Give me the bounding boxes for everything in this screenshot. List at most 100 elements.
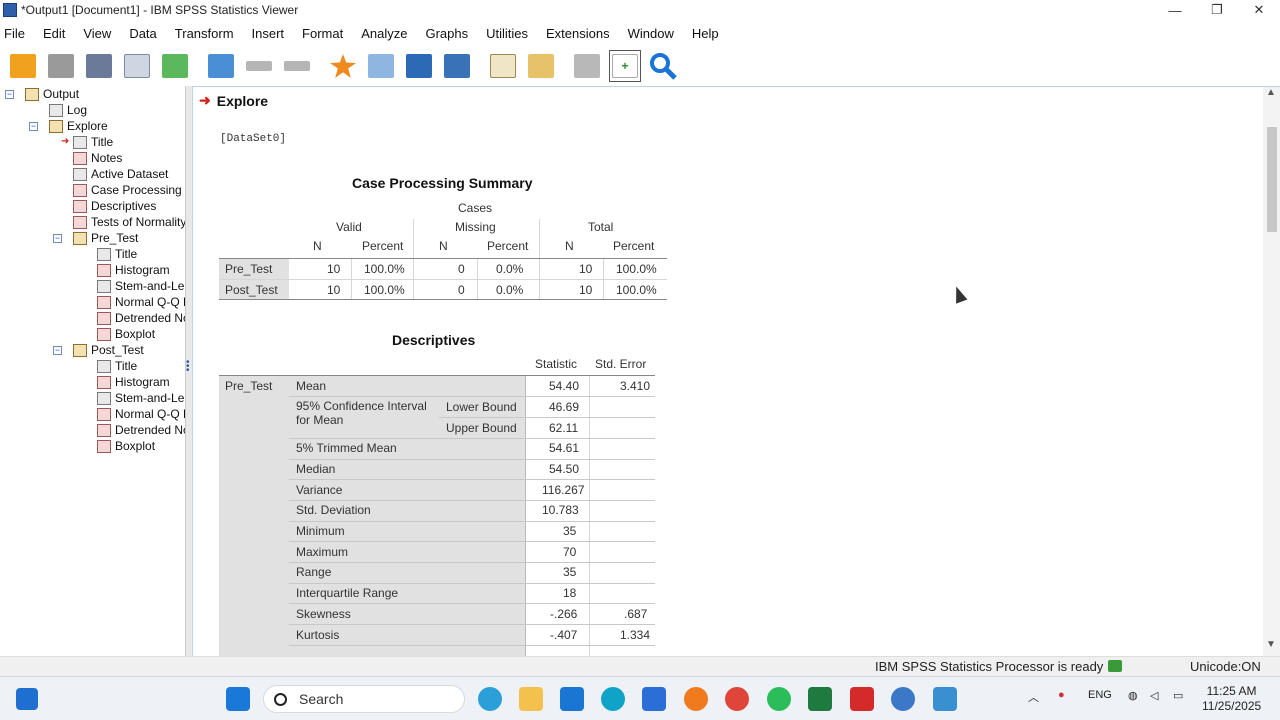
outline-pane: − Output Log − Explore ➜ Title Notes Act… <box>0 86 186 656</box>
tree-post-normal-qq[interactable]: Normal Q-Q F <box>97 406 185 422</box>
scroll-down-icon[interactable]: ▼ <box>1266 639 1276 650</box>
excel-icon[interactable] <box>808 687 832 711</box>
variables-icon[interactable] <box>441 50 473 82</box>
show-all-icon[interactable] <box>571 50 603 82</box>
tree-output[interactable]: Output <box>25 86 79 102</box>
table-cell: 100.0% <box>616 262 657 276</box>
tree-pre-stem-and-leaf[interactable]: Stem-and-Le <box>97 278 184 294</box>
tree-pre-normal-qq[interactable]: Normal Q-Q F <box>97 294 185 310</box>
goto-variable-icon[interactable] <box>403 50 435 82</box>
missing-header: Missing <box>455 220 496 234</box>
tree-pre-histogram[interactable]: Histogram <box>97 262 170 278</box>
tree-log[interactable]: Log <box>49 102 87 118</box>
insert-output-icon[interactable]: + <box>609 50 641 82</box>
tree-post-histogram[interactable]: Histogram <box>97 374 170 390</box>
minimize-button[interactable]: — <box>1154 0 1196 20</box>
menu-insert[interactable]: Insert <box>243 26 294 41</box>
export-icon[interactable] <box>159 50 191 82</box>
close-button[interactable]: ✕ <box>1238 0 1280 20</box>
chrome-icon[interactable] <box>725 687 749 711</box>
telegram-icon[interactable] <box>478 687 502 711</box>
tree-post-detrended[interactable]: Detrended No <box>97 422 185 438</box>
stat-value: 54.40 <box>549 379 580 393</box>
whatsapp-icon[interactable] <box>767 687 791 711</box>
scroll-up-icon[interactable]: ▲ <box>1266 87 1276 98</box>
menu-help[interactable]: Help <box>683 26 728 41</box>
menu-window[interactable]: Window <box>619 26 683 41</box>
microphone-icon[interactable]: ● <box>1058 689 1065 701</box>
row-label: Minimum <box>296 524 345 538</box>
collapse-icon[interactable]: − <box>53 234 62 243</box>
open-icon[interactable] <box>7 50 39 82</box>
menu-format[interactable]: Format <box>293 26 352 41</box>
recall-dialog-icon[interactable] <box>205 50 237 82</box>
widgets-icon[interactable] <box>16 688 38 710</box>
menu-extensions[interactable]: Extensions <box>537 26 619 41</box>
tree-pre-detrended[interactable]: Detrended No <box>97 310 185 326</box>
stat-value: -.407 <box>550 628 578 642</box>
table-cell: 0 <box>458 262 465 276</box>
snipping-tool-icon[interactable] <box>933 687 957 711</box>
taskbar: Search ︿ ● ENG ◍ ◁ ▭ 11:25 AM 11/25/2025 <box>0 676 1280 720</box>
book-icon <box>49 119 63 133</box>
redo-icon[interactable] <box>281 50 313 82</box>
print-preview-icon[interactable] <box>121 50 153 82</box>
menu-analyze[interactable]: Analyze <box>352 26 416 41</box>
menu-graphs[interactable]: Graphs <box>416 26 477 41</box>
collapse-icon[interactable]: − <box>5 90 14 99</box>
wps-icon[interactable] <box>850 687 874 711</box>
language-indicator[interactable]: ENG <box>1088 689 1112 701</box>
output-vertical-scrollbar[interactable]: ▲ ▼ <box>1263 87 1280 657</box>
volume-icon[interactable]: ◁ <box>1150 689 1158 702</box>
menu-transform[interactable]: Transform <box>166 26 243 41</box>
system-clock[interactable]: 11:25 AM 11/25/2025 <box>1202 684 1261 714</box>
tree-post-boxplot[interactable]: Boxplot <box>97 438 155 454</box>
menu-file[interactable]: File <box>0 26 34 41</box>
menu-utilities[interactable]: Utilities <box>477 26 537 41</box>
undo-icon[interactable] <box>243 50 275 82</box>
tree-case-processing[interactable]: Case Processing <box>73 182 182 198</box>
menu-view[interactable]: View <box>74 26 120 41</box>
file-explorer-icon[interactable] <box>519 687 543 711</box>
table-cell: 0.0% <box>496 283 524 297</box>
designate-window-icon[interactable] <box>487 50 519 82</box>
search-icon[interactable] <box>647 50 679 82</box>
scroll-thumb[interactable] <box>1267 127 1277 232</box>
store-icon[interactable] <box>642 687 666 711</box>
row-label: Mean <box>296 379 327 393</box>
tree-pre-boxplot[interactable]: Boxplot <box>97 326 155 342</box>
tree-post-stem-and-leaf[interactable]: Stem-and-Le <box>97 390 184 406</box>
tree-pre-test[interactable]: Pre_Test <box>73 230 138 246</box>
save-icon[interactable] <box>45 50 77 82</box>
tree-post-title[interactable]: Title <box>97 358 137 374</box>
collapse-icon[interactable]: − <box>53 346 62 355</box>
taskbar-search[interactable]: Search <box>263 685 465 713</box>
tree-active-dataset[interactable]: Active Dataset <box>73 166 168 182</box>
goto-data-icon[interactable] <box>327 50 359 82</box>
tree-notes[interactable]: Notes <box>73 150 122 166</box>
spss-taskbar-icon[interactable] <box>891 687 915 711</box>
menu-data[interactable]: Data <box>120 26 165 41</box>
table-icon <box>73 183 87 197</box>
tree-post-test[interactable]: Post_Test <box>73 342 144 358</box>
firefox-icon[interactable] <box>684 687 708 711</box>
tree-tests-of-normality[interactable]: Tests of Normality <box>73 214 185 230</box>
battery-icon[interactable]: ▭ <box>1173 689 1183 702</box>
show-hidden-icons[interactable]: ︿ <box>1028 689 1039 705</box>
menu-edit[interactable]: Edit <box>34 26 74 41</box>
photoshop-express-icon[interactable] <box>560 687 584 711</box>
table-cell: 10 <box>579 262 593 276</box>
start-icon[interactable] <box>226 687 250 711</box>
print-icon[interactable] <box>83 50 115 82</box>
edge-icon[interactable] <box>601 687 625 711</box>
tree-pre-title[interactable]: Title <box>97 246 137 262</box>
tree-explore[interactable]: Explore <box>49 118 108 134</box>
network-icon[interactable]: ◍ <box>1128 689 1138 702</box>
goto-case-icon[interactable] <box>365 50 397 82</box>
maximize-button[interactable]: ❐ <box>1196 0 1238 20</box>
collapse-icon[interactable]: − <box>29 122 38 131</box>
row-sublabel: Lower Bound <box>446 400 517 414</box>
tree-title[interactable]: Title <box>73 134 113 150</box>
script-icon[interactable] <box>525 50 557 82</box>
tree-descriptives[interactable]: Descriptives <box>73 198 156 214</box>
